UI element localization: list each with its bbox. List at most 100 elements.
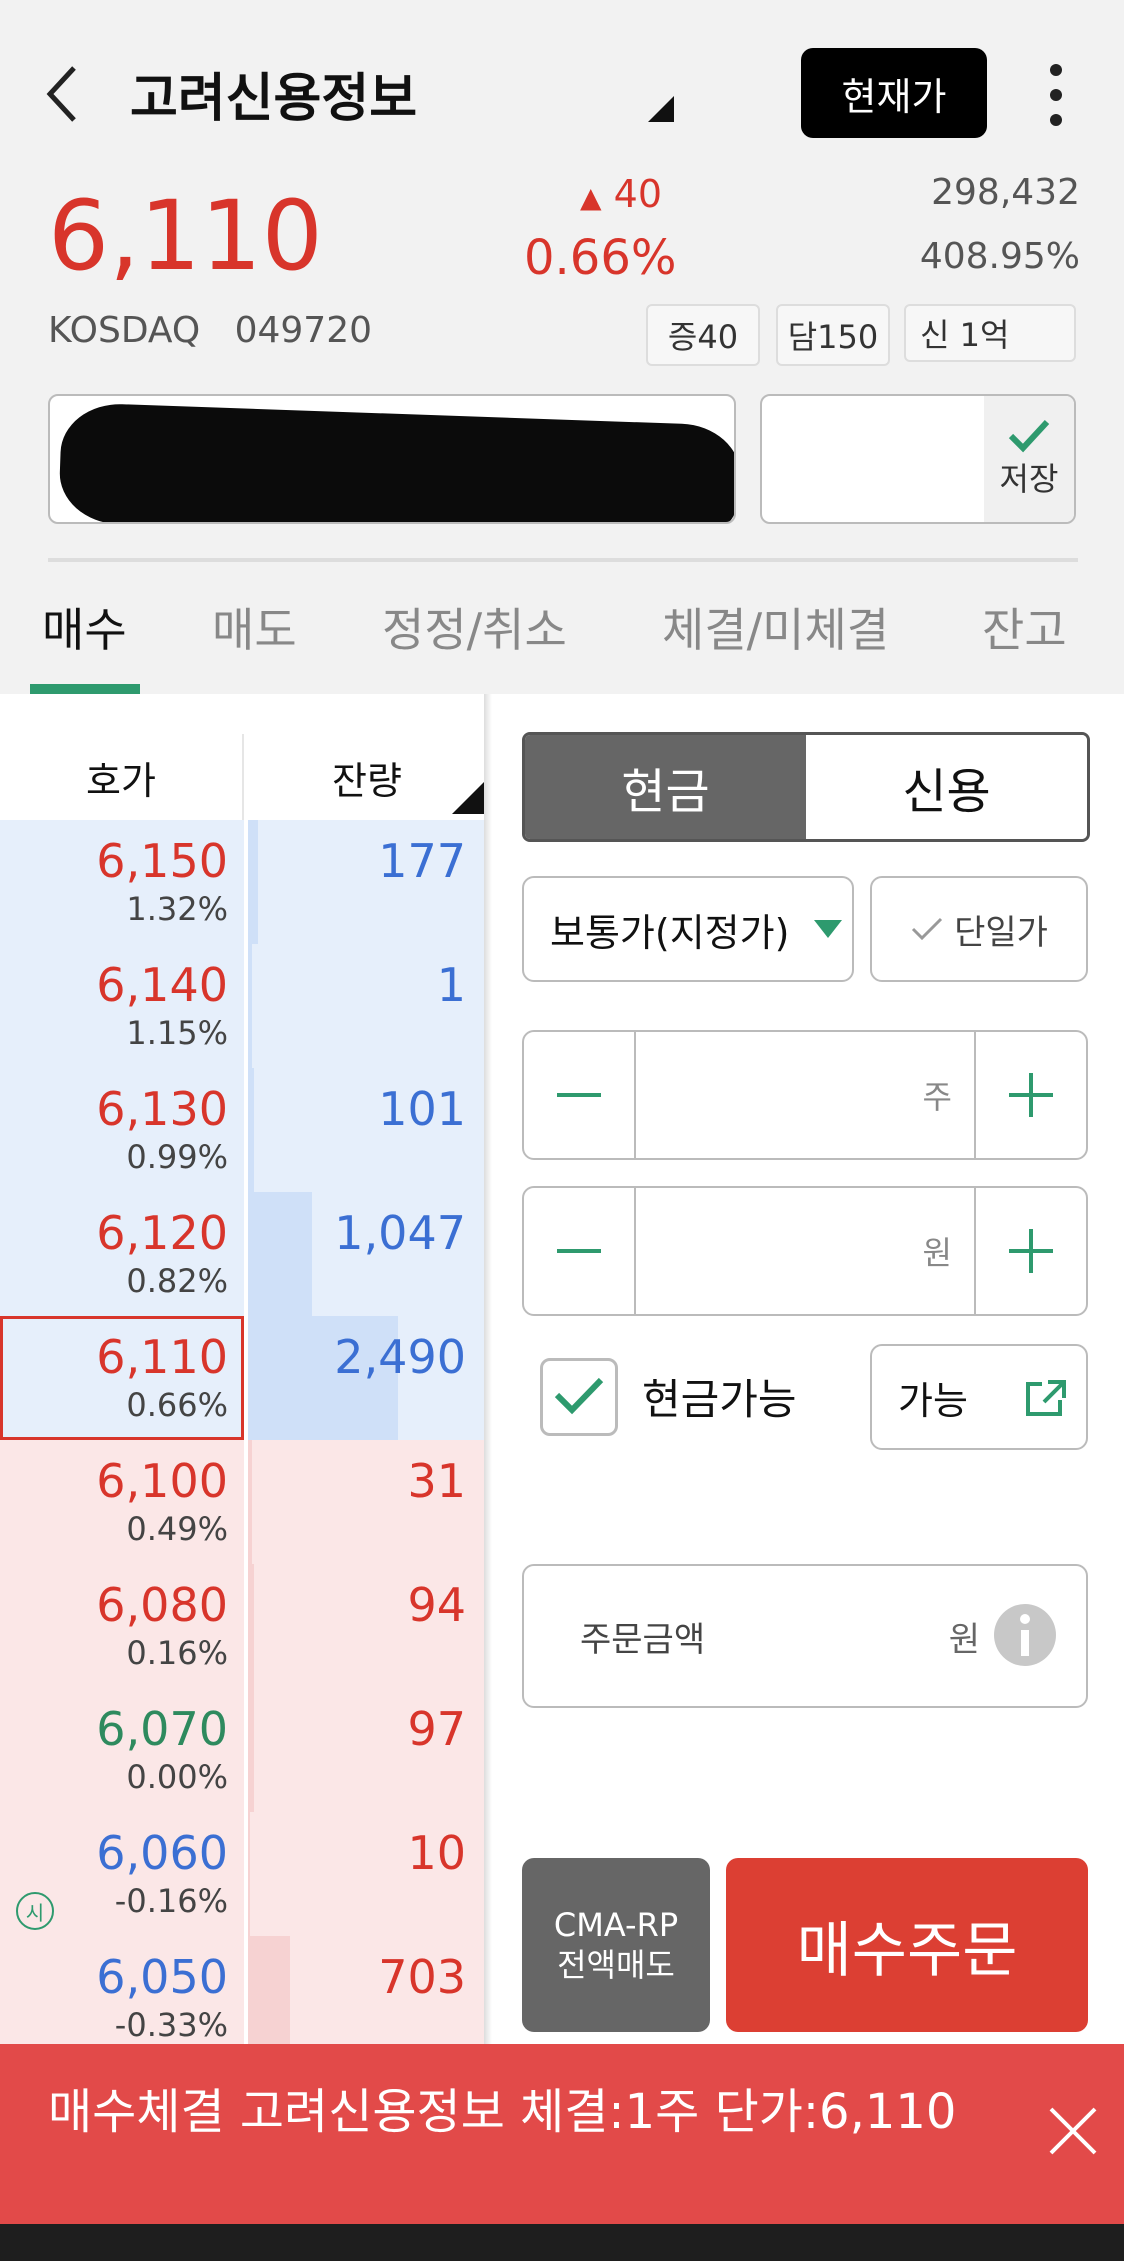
plus-icon: [1009, 1229, 1053, 1273]
row-divider: [244, 1936, 248, 2060]
ask-rate: 0.99%: [126, 1138, 228, 1176]
order-amount-unit: 원: [948, 1619, 980, 1660]
margin-rate-tag: 증40: [646, 304, 760, 366]
qty-bar: [248, 1688, 254, 1812]
ask-rate: 0.66%: [126, 1386, 228, 1424]
row-divider: [244, 1316, 248, 1440]
qty-plus-button[interactable]: [976, 1032, 1086, 1158]
qty-unit: 주: [922, 1078, 952, 1116]
orderbook-row[interactable]: 6,100 0.49% 31: [0, 1440, 490, 1566]
bid-qty: 10: [407, 1826, 466, 1880]
back-arrow-icon[interactable]: [40, 62, 88, 126]
close-icon[interactable]: [1048, 2106, 1098, 2156]
save-password-button[interactable]: 저장: [984, 396, 1074, 522]
available-amount-button[interactable]: 가능: [870, 1344, 1088, 1450]
bid-rate: 0.00%: [126, 1758, 228, 1796]
qty-minus-button[interactable]: [524, 1032, 634, 1158]
stock-code: 049720: [234, 310, 373, 351]
cma-rp-sell-all-button[interactable]: CMA-RP 전액매도: [522, 1858, 710, 2032]
row-divider: [244, 944, 248, 1068]
ask-qty: 2,490: [334, 1330, 466, 1384]
row-divider: [244, 1564, 248, 1688]
bid-qty: 97: [407, 1702, 466, 1756]
cash-available-checkbox[interactable]: [540, 1358, 618, 1436]
ask-rate: 1.15%: [126, 1014, 228, 1052]
bid-price: 6,080: [96, 1578, 228, 1632]
qty-bar: [248, 1564, 254, 1688]
qty-sort-icon[interactable]: [452, 782, 484, 814]
price-minus-button[interactable]: [524, 1188, 634, 1314]
tab-sell[interactable]: 매도: [212, 594, 297, 660]
dropdown-caret-icon: [814, 920, 842, 938]
bid-qty: 94: [407, 1578, 466, 1632]
orderbook-row[interactable]: 6,130 0.99% 101: [0, 1068, 490, 1194]
current-price-button[interactable]: 현재가: [801, 48, 987, 138]
system-nav-bar: [0, 2224, 1124, 2261]
price-input[interactable]: 원: [634, 1188, 976, 1314]
ask-qty: 1: [436, 958, 466, 1012]
segment-cash[interactable]: 현금: [525, 735, 806, 839]
opening-price-marker: 시: [16, 1892, 54, 1930]
single-price-toggle[interactable]: 단일가: [870, 876, 1088, 982]
price-stepper[interactable]: 원: [522, 1186, 1088, 1316]
single-price-label: 단일가: [954, 912, 1048, 953]
account-selector[interactable]: [48, 394, 736, 524]
bid-qty: 31: [407, 1454, 466, 1508]
info-icon[interactable]: [994, 1604, 1056, 1666]
credit-limit-tag: 신 1억: [904, 304, 1076, 362]
orderbook-header-price: 호가: [0, 734, 244, 822]
orderbook-row[interactable]: 6,150 1.32% 177: [0, 820, 490, 946]
orderbook-row-current[interactable]: 6,110 0.66% 2,490: [0, 1316, 490, 1442]
bid-price: 6,070: [96, 1702, 228, 1756]
ask-price: 6,110: [96, 1330, 228, 1384]
tab-modify-cancel[interactable]: 정정/취소: [382, 594, 567, 660]
password-field[interactable]: 저장: [760, 394, 1076, 524]
collateral-rate-tag: 담150: [776, 304, 890, 366]
cash-credit-toggle[interactable]: 현금 신용: [522, 732, 1090, 842]
price-plus-button[interactable]: [976, 1188, 1086, 1314]
quantity-stepper[interactable]: 주: [522, 1030, 1088, 1160]
bid-rate: -0.33%: [114, 2006, 228, 2044]
buy-order-button[interactable]: 매수주문: [726, 1858, 1088, 2032]
orderbook-row[interactable]: 6,080 0.16% 94: [0, 1564, 490, 1690]
tab-buy[interactable]: 매수: [42, 594, 127, 660]
tab-balance[interactable]: 잔고: [982, 594, 1067, 660]
price-change: ▲ 40: [580, 172, 662, 216]
save-label: 저장: [999, 460, 1059, 498]
orderbook-row[interactable]: 6,070 0.00% 97: [0, 1688, 490, 1814]
more-vertical-icon[interactable]: [1046, 62, 1066, 128]
price-change-value: 40: [613, 172, 662, 216]
qty-bar: [248, 820, 258, 944]
order-amount-field[interactable]: 주문금액 원: [522, 1564, 1088, 1708]
bid-price: 6,100: [96, 1454, 228, 1508]
qty-bar: [248, 1192, 312, 1316]
orderbook-row[interactable]: 6,120 0.82% 1,047: [0, 1192, 490, 1318]
ask-price: 6,120: [96, 1206, 228, 1260]
ask-qty: 101: [378, 1082, 466, 1136]
row-divider: [244, 1688, 248, 1812]
row-divider: [244, 1192, 248, 1316]
order-type-dropdown[interactable]: 보통가(지정가): [522, 876, 854, 982]
price-change-pct: 0.66%: [524, 230, 677, 286]
volume-ratio: 408.95%: [919, 236, 1080, 277]
qty-bar: [248, 944, 252, 1068]
orderbook-row[interactable]: 6,140 1.15% 1: [0, 944, 490, 1070]
stock-title[interactable]: 고려신용정보: [130, 56, 417, 131]
ask-price: 6,140: [96, 958, 228, 1012]
price-unit: 원: [922, 1234, 952, 1272]
ask-price: 6,130: [96, 1082, 228, 1136]
qty-bar: [248, 1936, 290, 2060]
qty-input[interactable]: 주: [634, 1032, 976, 1158]
external-link-icon: [1026, 1380, 1066, 1416]
segment-credit[interactable]: 신용: [806, 735, 1087, 839]
row-divider: [244, 1068, 248, 1192]
orderbook-row[interactable]: 시 6,060 -0.16% 10: [0, 1812, 490, 1938]
market-name: KOSDAQ: [48, 310, 201, 351]
qty-bar: [248, 1440, 252, 1564]
minus-icon: [557, 1249, 601, 1253]
order-amount-label: 주문금액: [580, 1619, 706, 1660]
ask-qty: 177: [378, 834, 466, 888]
tab-executions[interactable]: 체결/미체결: [662, 594, 889, 660]
stock-dropdown-icon[interactable]: [648, 96, 674, 122]
market-code: KOSDAQ 049720: [48, 310, 372, 351]
